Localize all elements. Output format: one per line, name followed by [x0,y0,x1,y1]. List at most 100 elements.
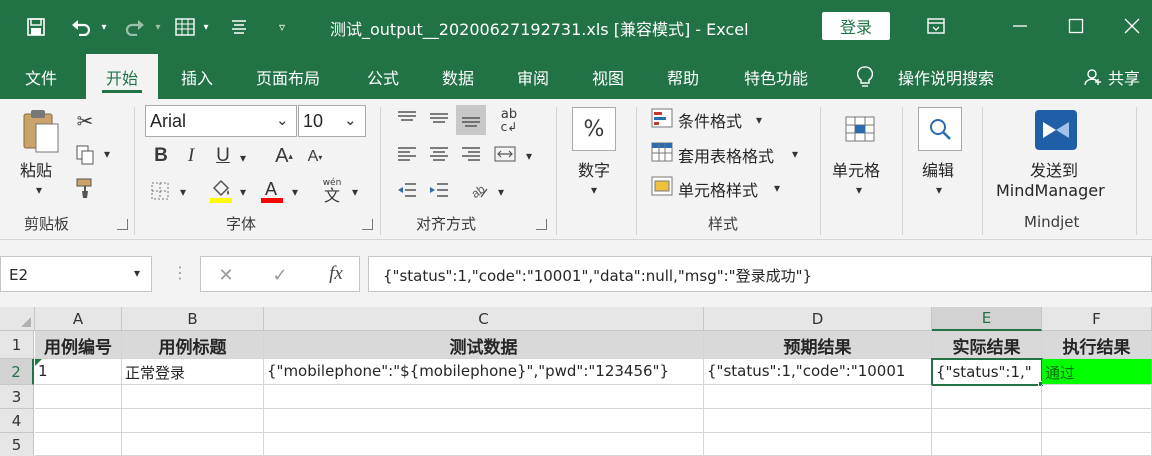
decrease-font-icon[interactable]: A ▾ [304,145,326,169]
cell-b1[interactable]: 用例标题 [122,331,264,359]
align-top-icon[interactable] [394,107,420,129]
cell-a2[interactable]: 1 [35,359,122,385]
cell-e4[interactable] [932,409,1042,433]
share-button[interactable]: 共享 [1108,54,1152,99]
underline-dropdown-icon[interactable]: ▾ [240,151,246,165]
italic-icon[interactable]: I [180,143,202,169]
font-name-dropdown-icon[interactable]: ⌄ [276,111,289,129]
paste-icon[interactable] [18,107,62,155]
format-painter-icon[interactable] [72,175,98,201]
merge-center-icon[interactable] [492,143,518,165]
mindmanager-label[interactable]: MindManager [996,181,1105,200]
cell-styles-icon[interactable] [650,175,674,197]
wrap-text-icon[interactable]: ab c↲ [494,105,524,135]
tab-insert[interactable]: 插入 [162,54,232,99]
enter-icon[interactable]: ✓ [268,264,292,286]
name-box-dropdown-icon[interactable]: ▾ [134,266,140,280]
tab-help[interactable]: 帮助 [650,54,716,99]
minimize-icon[interactable] [1000,10,1040,42]
increase-indent-icon[interactable] [426,179,452,201]
format-as-table-dropdown-icon[interactable]: ▾ [792,147,798,161]
cell-f2[interactable]: 通过 [1042,359,1152,385]
row-header-3[interactable]: 3 [0,385,34,409]
font-color-icon[interactable]: A [258,177,286,205]
cell-styles-button[interactable]: 单元格样式 [678,177,758,201]
cell-f3[interactable] [1042,385,1152,409]
lightbulb-icon[interactable] [852,54,878,99]
login-button[interactable]: 登录 [822,12,890,40]
undo-icon[interactable] [66,14,96,40]
row-header-2[interactable]: 2 [0,359,34,385]
font-launcher-icon[interactable] [362,219,373,230]
mindmanager-icon[interactable] [1030,107,1082,153]
cell-b5[interactable] [122,433,264,456]
align-right-icon[interactable] [458,143,484,165]
align-center-icon[interactable] [426,143,452,165]
cells-icon[interactable] [838,107,882,151]
number-format-button[interactable]: 数字 [578,157,610,181]
close-icon[interactable] [1112,10,1152,42]
cell-b2[interactable]: 正常登录 [122,359,264,385]
borders-icon[interactable] [148,179,172,203]
tab-data[interactable]: 数据 [424,54,492,99]
percent-icon[interactable]: % [572,107,616,151]
column-header-c[interactable]: C [264,307,704,331]
cell-c5[interactable] [264,433,704,456]
align-bottom-icon[interactable] [456,105,486,135]
undo-dropdown-icon[interactable]: ▾ [98,14,110,40]
font-color-dropdown-icon[interactable]: ▾ [292,185,298,199]
redo-dropdown-icon[interactable]: ▾ [152,14,164,40]
cells-dropdown-icon[interactable]: ▾ [856,183,862,197]
row-header-5[interactable]: 5 [0,433,34,456]
underline-icon[interactable]: U [212,143,234,169]
cell-c1[interactable]: 测试数据 [264,331,704,359]
cell-e5[interactable] [932,433,1042,456]
column-header-f[interactable]: F [1042,307,1152,331]
font-name-box[interactable]: Arial [145,105,297,137]
orientation-dropdown-icon[interactable]: ▾ [498,185,504,199]
cell-a4[interactable] [35,409,122,433]
save-icon[interactable] [22,14,50,40]
tab-home[interactable]: 开始 [86,54,158,99]
cell-a5[interactable] [35,433,122,456]
cells-button[interactable]: 单元格 [832,157,880,181]
cell-d1[interactable]: 预期结果 [704,331,932,359]
phonetic-dropdown-icon[interactable]: ▾ [352,185,358,199]
send-to-label[interactable]: 发送到 [1030,157,1078,181]
cell-a3[interactable] [35,385,122,409]
cell-e2[interactable]: {"status":1," [931,358,1043,386]
cell-f1[interactable]: 执行结果 [1042,331,1152,359]
insert-function-icon[interactable]: fx [322,262,350,286]
cell-e1[interactable]: 实际结果 [932,331,1042,359]
cell-d3[interactable] [704,385,932,409]
copy-dropdown-icon[interactable]: ▾ [104,147,110,161]
font-size-dropdown-icon[interactable]: ⌄ [344,111,357,129]
more-icon[interactable]: ⋮ [172,263,188,282]
tab-page-layout[interactable]: 页面布局 [238,54,338,99]
tab-review[interactable]: 审阅 [500,54,566,99]
cell-b4[interactable] [122,409,264,433]
tab-file[interactable]: 文件 [6,54,76,99]
conditional-format-button[interactable]: 条件格式 [678,108,742,132]
column-header-a[interactable]: A [35,307,122,331]
cell-c4[interactable] [264,409,704,433]
cell-f4[interactable] [1042,409,1152,433]
cell-d4[interactable] [704,409,932,433]
increase-font-icon[interactable]: A ▴ [272,143,296,169]
formula-input[interactable]: {"status":1,"code":"10001","data":null,"… [368,256,1152,292]
decrease-indent-icon[interactable] [394,179,420,201]
tell-me-search[interactable]: 操作说明搜索 [888,54,1004,99]
cut-icon[interactable]: ✂ [72,109,98,133]
cell-a1[interactable]: 用例编号 [35,331,122,359]
column-header-e[interactable]: E [932,307,1042,331]
cell-e3[interactable] [932,385,1042,409]
editing-button[interactable]: 编辑 [922,157,954,181]
column-header-b[interactable]: B [122,307,264,331]
maximize-icon[interactable] [1056,10,1096,42]
paste-dropdown-icon[interactable]: ▾ [36,183,42,197]
tab-view[interactable]: 视图 [574,54,642,99]
cell-d2[interactable]: {"status":1,"code":"10001 [704,359,932,385]
tab-special-features[interactable]: 特色功能 [728,54,824,99]
table-icon[interactable] [172,14,198,40]
ribbon-display-icon[interactable] [916,10,956,42]
